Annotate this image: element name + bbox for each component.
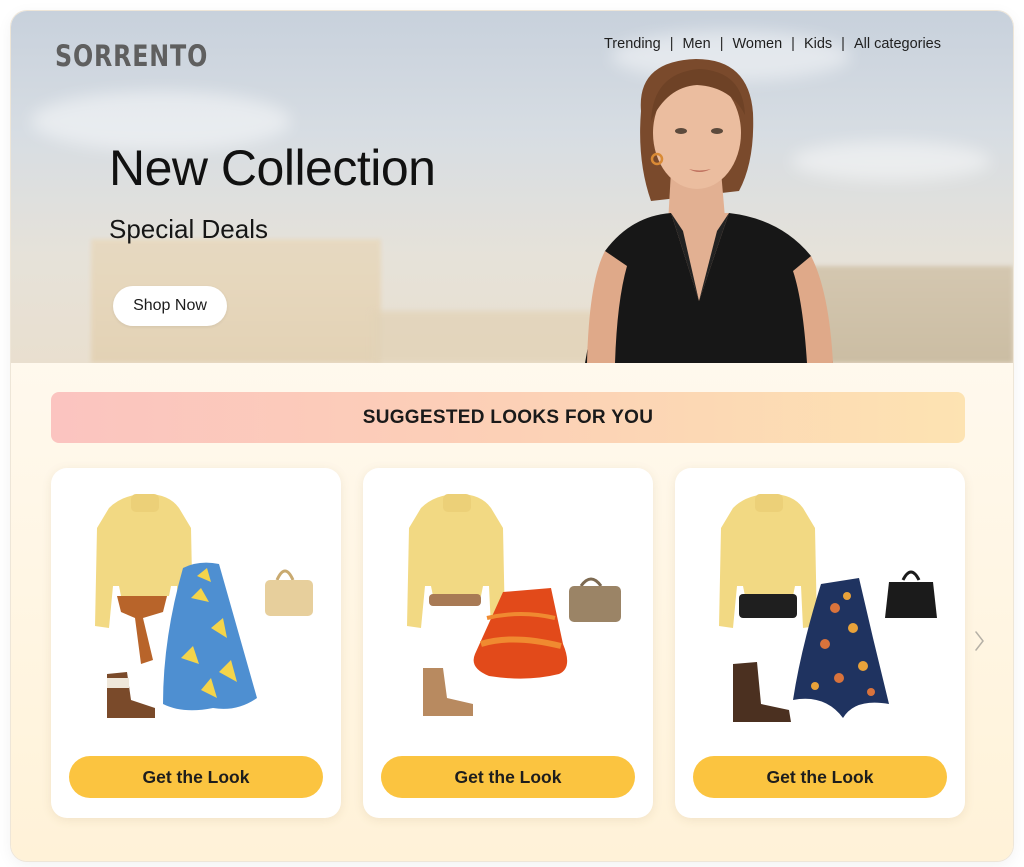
hero-banner: SORRENTO Trending | Men | Women | Kids |… [11,11,1013,363]
outfit-image [719,494,937,722]
look-card[interactable]: Get the Look [363,468,653,818]
nav-item-men[interactable]: Men [682,36,710,52]
background-wall [811,266,1013,363]
model-image [585,59,833,363]
nav-item-women[interactable]: Women [732,36,782,52]
suggested-looks-banner: SUGGESTED LOOKS FOR YOU [51,392,965,443]
chevron-right-icon[interactable] [973,629,987,653]
get-the-look-button[interactable]: Get the Look [69,756,323,798]
nav-item-trending[interactable]: Trending [604,36,661,52]
top-nav: Trending | Men | Women | Kids | All cate… [604,36,941,52]
get-the-look-button[interactable]: Get the Look [693,756,947,798]
nav-separator: | [841,36,845,52]
hero-title: New Collection [109,140,436,196]
nav-item-kids[interactable]: Kids [804,36,832,52]
outfit-image [95,494,313,718]
nav-separator: | [719,36,724,52]
nav-separator: | [791,36,795,52]
hero-subtitle: Special Deals [109,214,268,244]
shop-now-button[interactable]: Shop Now [113,286,227,326]
outfit-image [407,494,621,716]
look-card[interactable]: Get the Look [51,468,341,818]
nav-separator: | [669,36,674,52]
app-frame: SORRENTO Trending | Men | Women | Kids |… [11,11,1013,861]
look-card[interactable]: Get the Look [675,468,965,818]
brand-logo[interactable]: SORRENTO [55,39,208,73]
section-heading: SUGGESTED LOOKS FOR YOU [362,406,654,428]
nav-item-all-categories[interactable]: All categories [854,36,941,52]
get-the-look-button[interactable]: Get the Look [381,756,635,798]
